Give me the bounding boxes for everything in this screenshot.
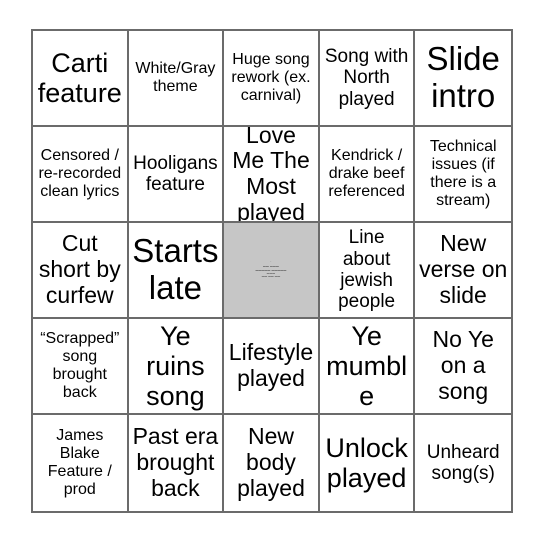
bingo-cell[interactable]: Hooligans feature bbox=[128, 127, 225, 223]
bingo-cell[interactable]: Ye mumble bbox=[319, 319, 416, 415]
bingo-cell-label: Song with North played bbox=[324, 46, 409, 110]
bingo-cell-label: Love Me The Most played bbox=[232, 127, 310, 223]
bingo-cell[interactable]: Cut short by curfew bbox=[33, 223, 129, 319]
bingo-cell-label: Ye ruins song bbox=[146, 320, 205, 412]
bingo-cell-label: New verse on slide bbox=[419, 230, 508, 308]
bingo-cell-label: Slide intro bbox=[426, 40, 500, 114]
bingo-cell[interactable]: “Scrapped” song brought back bbox=[33, 319, 129, 415]
free-space-watermark: • ▬▬ ▬▬▬ ▬▬▬▬▬ ▬▬▬▬▬ ▬▬▬ ▬▬ ▬▬ ▬▬ bbox=[227, 261, 315, 279]
bingo-cell-label: Starts late bbox=[132, 232, 219, 306]
bingo-cell[interactable]: Song with North played bbox=[319, 31, 416, 127]
bingo-cell[interactable]: New body played bbox=[224, 415, 320, 511]
bingo-cell-label: New body played bbox=[237, 423, 305, 501]
bingo-cell-label: No Ye on a song bbox=[432, 326, 494, 404]
bingo-cell-label: Cut short by curfew bbox=[38, 230, 121, 308]
bingo-cell[interactable]: Carti feature bbox=[33, 31, 129, 127]
bingo-cell[interactable]: Ye ruins song bbox=[128, 319, 225, 415]
bingo-cell[interactable]: Huge song rework (ex. carnival) bbox=[224, 31, 320, 127]
bingo-cell[interactable]: Unlock played bbox=[319, 415, 416, 511]
bingo-cell-label: Huge song rework (ex. carnival) bbox=[231, 51, 311, 104]
bingo-cell-label: Unlock played bbox=[325, 432, 408, 493]
bingo-cell-free-space[interactable]: • ▬▬ ▬▬▬ ▬▬▬▬▬ ▬▬▬▬▬ ▬▬▬ ▬▬ ▬▬ ▬▬ bbox=[224, 223, 320, 319]
bingo-cell-label: Unheard song(s) bbox=[426, 441, 500, 484]
bingo-cell[interactable]: No Ye on a song bbox=[415, 319, 511, 415]
bingo-cell-label: Hooligans feature bbox=[133, 152, 218, 195]
bingo-cell[interactable]: Lifestyle played bbox=[224, 319, 320, 415]
bingo-cell-label: White/Gray theme bbox=[135, 60, 216, 95]
bingo-cell[interactable]: New verse on slide bbox=[415, 223, 511, 319]
bingo-cell-label: Technical issues (if there is a stream) bbox=[429, 138, 497, 209]
bingo-cell-label: Censored / re-recorded clean lyrics bbox=[38, 147, 122, 200]
bingo-cell[interactable]: Love Me The Most played bbox=[224, 127, 320, 223]
bingo-cell-label: Ye mumble bbox=[326, 320, 408, 412]
bingo-cell[interactable]: James Blake Feature / prod bbox=[33, 415, 129, 511]
bingo-cell[interactable]: Past era brought back bbox=[128, 415, 225, 511]
bingo-cell-label: Line about jewish people bbox=[338, 227, 396, 313]
bingo-cell[interactable]: Censored / re-recorded clean lyrics bbox=[33, 127, 129, 223]
bingo-cell[interactable]: Kendrick / drake beef referenced bbox=[319, 127, 416, 223]
bingo-cell[interactable]: Line about jewish people bbox=[319, 223, 416, 319]
bingo-cell[interactable]: Technical issues (if there is a stream) bbox=[415, 127, 511, 223]
bingo-cell-label: Carti feature bbox=[37, 47, 122, 108]
bingo-cell-label: Lifestyle played bbox=[228, 339, 314, 391]
free-space-watermark-line: ▬▬ ▬▬ ▬▬ bbox=[261, 275, 281, 279]
bingo-cell-label: Kendrick / drake beef referenced bbox=[328, 147, 405, 200]
bingo-cell[interactable]: Unheard song(s) bbox=[415, 415, 511, 511]
bingo-cell-label: Past era brought back bbox=[132, 423, 219, 501]
bingo-cell-label: “Scrapped” song brought back bbox=[40, 330, 120, 401]
bingo-cell[interactable]: White/Gray theme bbox=[128, 31, 225, 127]
bingo-cell[interactable]: Starts late bbox=[128, 223, 225, 319]
bingo-cell-label: James Blake Feature / prod bbox=[47, 427, 112, 498]
bingo-card: Carti feature White/Gray theme Huge song r… bbox=[31, 29, 513, 513]
bingo-cell[interactable]: Slide intro bbox=[415, 31, 511, 127]
